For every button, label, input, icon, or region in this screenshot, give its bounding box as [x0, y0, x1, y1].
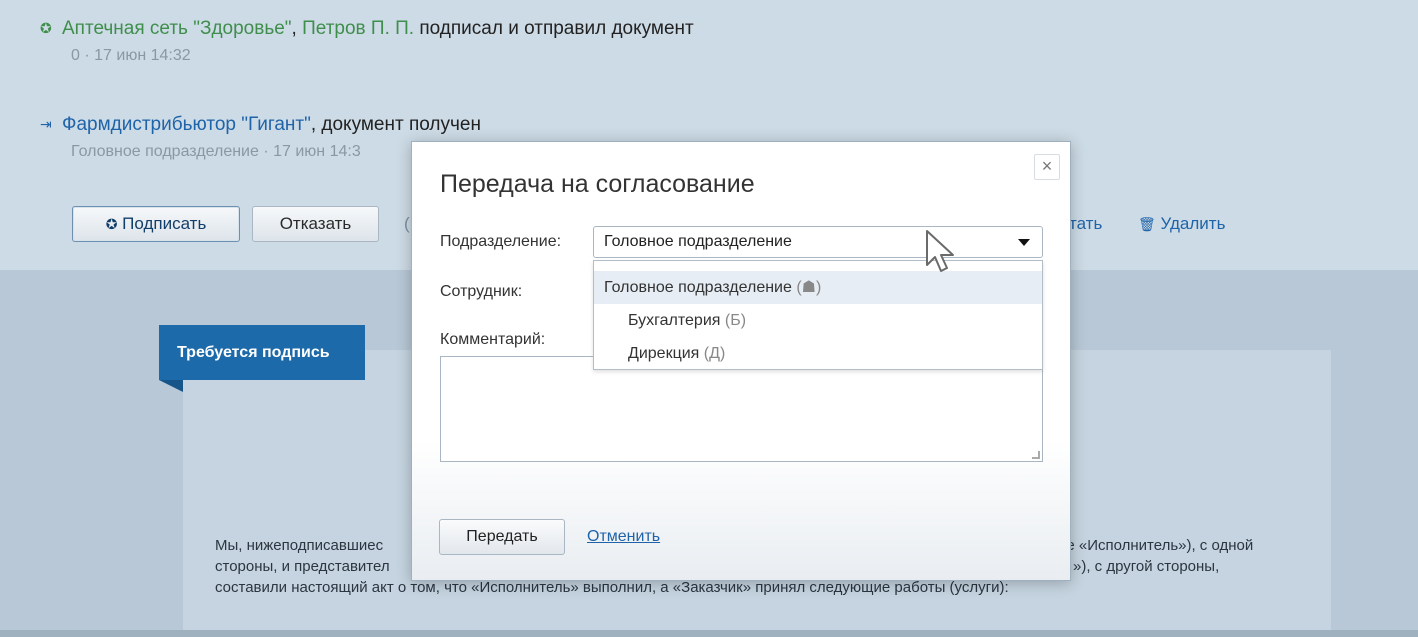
event-action: , документ получен [310, 114, 481, 135]
bottom-strip [0, 630, 1418, 637]
home-icon: (☗) [796, 279, 822, 296]
print-link[interactable]: тать [1069, 206, 1102, 242]
toolbar-hidden-item[interactable]: ( [404, 206, 410, 242]
event-org-link[interactable]: Фармдистрибьютор "Гигант" [62, 114, 311, 135]
refuse-button[interactable]: Отказать [252, 206, 379, 242]
department-select[interactable]: Головное подразделение [593, 226, 1043, 258]
dialog-title: Передача на согласование [440, 170, 755, 198]
cancel-link[interactable]: Отменить [587, 528, 660, 546]
dropdown-option-head-office[interactable]: Головное подразделение (☗) [594, 271, 1042, 304]
sign-button[interactable]: ✪ Подписать [72, 206, 240, 242]
event-action: подписал и отправил документ [419, 18, 694, 39]
signature-required-badge: Требуется подпись [159, 325, 365, 380]
dropdown-option-accounting[interactable]: Бухгалтерия (Б) [594, 304, 1042, 337]
trash-icon: 🗑 [1138, 216, 1156, 232]
delete-link[interactable]: 🗑 Удалить [1138, 206, 1225, 242]
chevron-down-icon [1018, 239, 1030, 246]
approval-dialog: × Передача на согласование Подразделение… [411, 141, 1071, 581]
department-dropdown: Головное подразделение (☗) Бухгалтерия (… [593, 260, 1043, 370]
resize-grip-icon[interactable] [1032, 451, 1040, 459]
event-signed: ✪ Аптечная сеть "Здоровье", Петров П. П. … [40, 16, 694, 67]
incoming-document-icon: ⇥ [40, 116, 52, 132]
event-person-link[interactable]: Петров П. П. [302, 18, 414, 39]
event-meta: 0 · 17 июн 14:32 [71, 47, 191, 64]
submit-button[interactable]: Передать [439, 519, 565, 555]
mouse-cursor-icon [926, 230, 954, 272]
event-org-link[interactable]: Аптечная сеть "Здоровье" [62, 18, 292, 39]
department-label: Подразделение: [440, 233, 562, 250]
certificate-icon: ✪ [40, 20, 52, 36]
employee-label: Сотрудник: [440, 283, 523, 300]
comment-textarea[interactable] [440, 356, 1043, 462]
dropdown-option-directorate[interactable]: Дирекция (Д) [594, 337, 1042, 370]
certificate-icon: ✪ [105, 216, 118, 232]
close-button[interactable]: × [1034, 154, 1060, 180]
department-select-value: Головное подразделение [604, 233, 792, 250]
badge-fold [159, 380, 183, 392]
comment-label: Комментарий: [440, 331, 546, 348]
